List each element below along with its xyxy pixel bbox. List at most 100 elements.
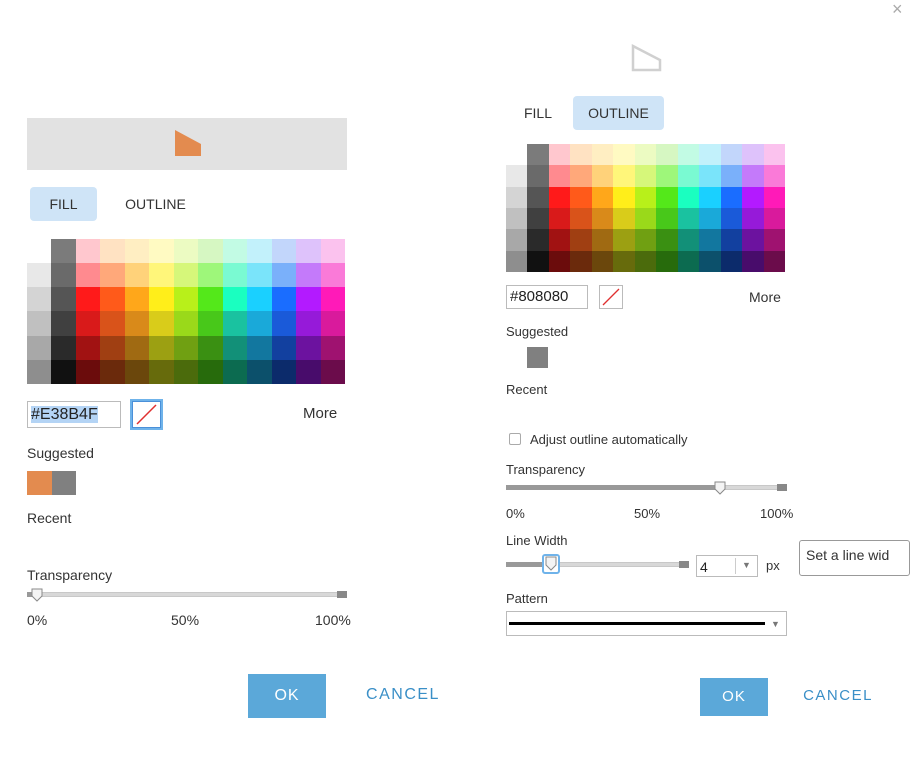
color-swatch[interactable] [720, 186, 743, 208]
color-swatch[interactable] [548, 208, 571, 230]
color-swatch[interactable] [198, 359, 223, 384]
color-swatch[interactable] [173, 335, 199, 360]
color-swatch[interactable] [222, 359, 248, 384]
color-swatch[interactable] [763, 144, 785, 166]
color-swatch[interactable] [656, 186, 678, 208]
tab-fill[interactable]: FILL [512, 96, 564, 130]
color-swatch[interactable] [124, 287, 150, 312]
color-swatch[interactable] [506, 250, 528, 272]
color-swatch[interactable] [548, 144, 571, 166]
color-swatch[interactable] [222, 239, 248, 264]
pattern-select[interactable]: ▼ [506, 611, 787, 636]
color-swatch[interactable] [247, 335, 272, 360]
color-swatch[interactable] [570, 186, 592, 208]
color-swatch[interactable] [634, 208, 657, 230]
more-colors-link[interactable]: More [749, 289, 781, 305]
color-swatch[interactable] [699, 144, 721, 166]
color-swatch[interactable] [247, 239, 272, 264]
color-swatch[interactable] [222, 311, 248, 336]
color-swatch[interactable] [677, 165, 700, 187]
color-swatch[interactable] [124, 335, 150, 360]
color-swatch[interactable] [271, 239, 297, 264]
color-swatch[interactable] [271, 311, 297, 336]
color-swatch[interactable] [320, 335, 345, 360]
ok-button[interactable]: OK [248, 674, 326, 718]
color-swatch[interactable] [247, 359, 272, 384]
color-swatch[interactable] [149, 359, 174, 384]
color-swatch[interactable] [296, 311, 321, 336]
color-swatch[interactable] [634, 165, 657, 187]
color-swatch[interactable] [527, 144, 549, 166]
color-swatch[interactable] [75, 263, 101, 288]
color-swatch[interactable] [506, 144, 528, 166]
color-swatch[interactable] [742, 229, 764, 251]
color-swatch[interactable] [296, 359, 321, 384]
color-swatch[interactable] [320, 239, 345, 264]
color-swatch[interactable] [591, 144, 614, 166]
color-swatch[interactable] [149, 263, 174, 288]
color-swatch[interactable] [613, 144, 635, 166]
color-swatch[interactable] [742, 144, 764, 166]
color-swatch[interactable] [247, 311, 272, 336]
transparency-slider[interactable] [506, 481, 787, 495]
color-swatch[interactable] [677, 229, 700, 251]
color-swatch[interactable] [591, 186, 614, 208]
color-swatch[interactable] [656, 208, 678, 230]
color-swatch[interactable] [296, 287, 321, 312]
color-swatch[interactable] [149, 239, 174, 264]
color-swatch[interactable] [51, 359, 76, 384]
color-swatch[interactable] [100, 359, 125, 384]
color-swatch[interactable] [720, 144, 743, 166]
color-swatch[interactable] [763, 250, 785, 272]
color-swatch[interactable] [656, 144, 678, 166]
color-swatch[interactable] [222, 287, 248, 312]
color-swatch[interactable] [699, 250, 721, 272]
color-swatch[interactable] [27, 239, 52, 264]
suggested-swatch[interactable] [527, 347, 548, 368]
color-swatch[interactable] [720, 165, 743, 187]
color-swatch[interactable] [51, 335, 76, 360]
color-swatch[interactable] [548, 229, 571, 251]
color-swatch[interactable] [320, 359, 345, 384]
line-width-slider[interactable] [506, 554, 689, 575]
color-swatch[interactable] [613, 186, 635, 208]
color-swatch[interactable] [173, 311, 199, 336]
color-swatch[interactable] [296, 239, 321, 264]
color-swatch[interactable] [506, 186, 528, 208]
color-swatch[interactable] [198, 287, 223, 312]
color-swatch[interactable] [51, 287, 76, 312]
color-swatch[interactable] [570, 250, 592, 272]
color-swatch[interactable] [656, 165, 678, 187]
color-swatch[interactable] [320, 287, 345, 312]
color-swatch[interactable] [27, 263, 52, 288]
color-swatch[interactable] [27, 311, 52, 336]
color-swatch[interactable] [613, 250, 635, 272]
hex-color-input[interactable]: #E38B4F [27, 401, 121, 428]
ok-button[interactable]: OK [700, 678, 768, 716]
color-swatch[interactable] [742, 250, 764, 272]
color-swatch[interactable] [75, 239, 101, 264]
color-swatch[interactable] [51, 311, 76, 336]
color-swatch[interactable] [570, 144, 592, 166]
color-swatch[interactable] [75, 335, 101, 360]
color-swatch[interactable] [506, 208, 528, 230]
color-swatch[interactable] [720, 229, 743, 251]
color-swatch[interactable] [149, 311, 174, 336]
color-swatch[interactable] [173, 359, 199, 384]
color-swatch[interactable] [527, 165, 549, 187]
color-swatch[interactable] [548, 186, 571, 208]
color-swatch[interactable] [100, 263, 125, 288]
color-swatch[interactable] [75, 311, 101, 336]
color-swatch[interactable] [271, 335, 297, 360]
tab-fill[interactable]: FILL [30, 187, 97, 221]
no-color-button[interactable] [132, 401, 161, 428]
color-swatch[interactable] [570, 208, 592, 230]
color-swatch[interactable] [527, 250, 549, 272]
color-swatch[interactable] [149, 287, 174, 312]
color-swatch[interactable] [75, 287, 101, 312]
color-swatch[interactable] [75, 359, 101, 384]
color-swatch[interactable] [296, 335, 321, 360]
color-palette[interactable] [27, 239, 345, 384]
color-swatch[interactable] [271, 287, 297, 312]
color-swatch[interactable] [173, 263, 199, 288]
